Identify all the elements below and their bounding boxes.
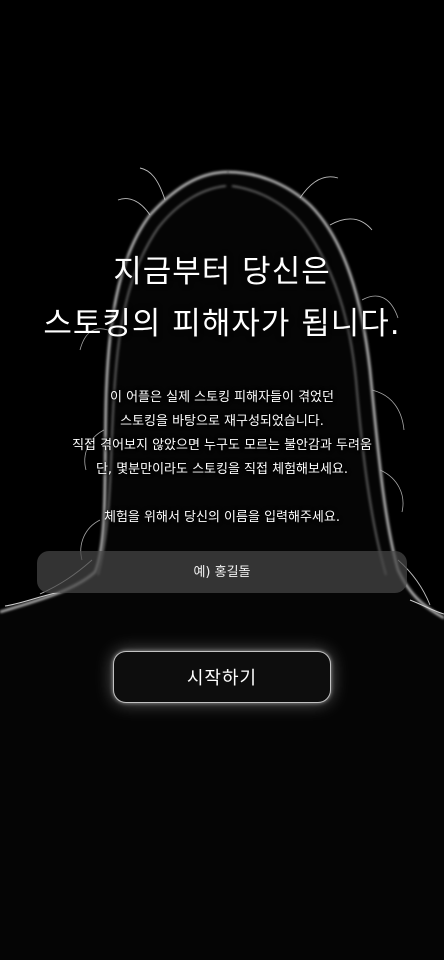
start-button[interactable]: 시작하기: [113, 651, 331, 703]
description: 이 어플은 실제 스토킹 피해자들이 겪었던 스토킹을 바탕으로 재구성되었습니…: [0, 386, 444, 482]
intro-content: 지금부터 당신은 스토킹의 피해자가 됩니다. 이 어플은 실제 스토킹 피해자…: [0, 0, 444, 960]
description-line-4: 단, 몇분만이라도 스토킹을 직접 체험해보세요.: [95, 462, 349, 477]
intro-screen: 지금부터 당신은 스토킹의 피해자가 됩니다. 이 어플은 실제 스토킹 피해자…: [0, 0, 444, 960]
description-line-3: 직접 겪어보지 않았으면 누구도 모르는 불안감과 두려움: [72, 438, 372, 453]
title-line-2: 스토킹의 피해자가 됩니다.: [43, 306, 401, 342]
name-prompt: 체험을 위해서 당신의 이름을 입력해주세요.: [104, 510, 340, 525]
title-line-1: 지금부터 당신은: [113, 254, 331, 290]
page-title: 지금부터 당신은 스토킹의 피해자가 됩니다.: [0, 246, 444, 350]
description-line-2: 스토킹을 바탕으로 재구성되었습니다.: [120, 414, 324, 429]
name-input[interactable]: [37, 551, 407, 593]
description-line-1: 이 어플은 실제 스토킹 피해자들이 겪었던: [110, 390, 334, 405]
